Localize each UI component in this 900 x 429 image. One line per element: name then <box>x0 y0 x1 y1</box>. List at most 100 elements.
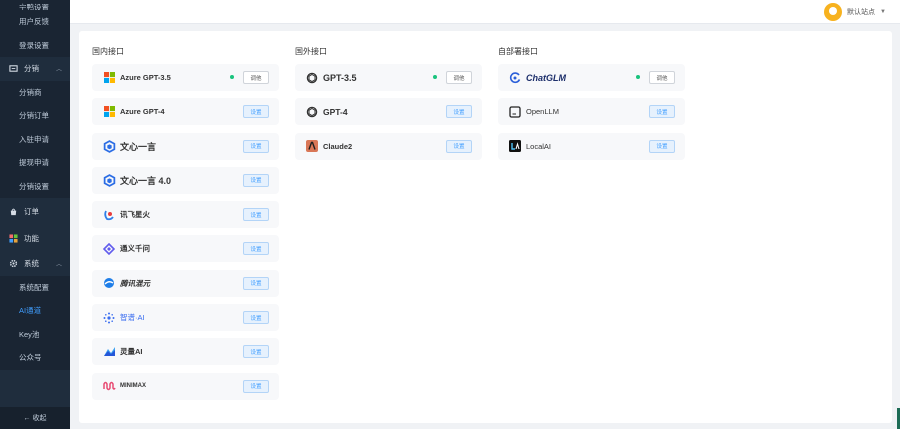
sidebar-item-join-requests[interactable]: 入驻申请 <box>0 127 70 151</box>
collapse-sidebar-button[interactable]: ← 收起 <box>0 407 70 429</box>
online-status-dot <box>433 75 437 79</box>
channel-row-lingliang: 灵量AI 设置 <box>92 338 279 366</box>
xunfei-logo-icon <box>102 208 116 222</box>
sidebar-item-login-settings[interactable]: 登录设置 <box>0 33 70 57</box>
channel-name: ChatGLM <box>526 72 566 83</box>
sidebar-item-distribution-settings[interactable]: 分销设置 <box>0 174 70 198</box>
channel-name: LocalAI <box>526 141 552 151</box>
channel-row-wenxin: 文心一言 设置 <box>92 132 279 160</box>
sidebar-group-features[interactable]: 功能 <box>0 225 70 252</box>
sidebar-group-system[interactable]: 系统 ︿ <box>0 252 70 276</box>
chevron-up-icon: ︿ <box>55 262 62 269</box>
openllm-logo-icon <box>508 105 522 119</box>
channel-name: 通义千问 <box>120 244 150 254</box>
sidebar-item-official-account[interactable]: 公众号 <box>0 346 70 370</box>
channel-row-chatglm: ChatGLM 调他 <box>498 64 685 91</box>
settings-button[interactable]: 设置 <box>243 105 269 119</box>
channel-row-localai: LocalAI 设置 <box>498 132 685 160</box>
debug-button[interactable]: 调他 <box>649 71 675 84</box>
settings-button[interactable]: 设置 <box>243 242 269 256</box>
channel-row-wenxin-4: 文心一言 4.0 设置 <box>92 166 279 194</box>
sidebar-group-orders[interactable]: 订单 <box>0 198 70 225</box>
settings-button[interactable]: 设置 <box>446 105 472 119</box>
settings-button[interactable]: 设置 <box>446 139 472 153</box>
channel-row-zhipu: 智谱·AI 设置 <box>92 304 279 332</box>
channel-name: GPT-4 <box>323 106 348 117</box>
username: 默认站点 <box>847 9 876 16</box>
channel-name: GPT-3.5 <box>323 72 357 83</box>
channel-name: MINIMAX <box>120 383 146 390</box>
gear-icon <box>9 259 18 268</box>
chevron-up-icon: ︿ <box>55 67 62 74</box>
avatar <box>824 3 843 21</box>
channel-row-gpt35: GPT-3.5 调他 <box>295 64 482 91</box>
channel-row-hunyuan: 腾讯混元 设置 <box>92 269 279 297</box>
openai-logo-icon <box>305 105 319 119</box>
channel-name: OpenLLM <box>526 107 559 117</box>
settings-button[interactable]: 设置 <box>649 139 675 153</box>
settings-button[interactable]: 设置 <box>243 345 269 359</box>
distribution-icon <box>9 64 18 73</box>
column-title: 自部署接口 <box>498 47 538 56</box>
settings-button[interactable]: 设置 <box>243 311 269 325</box>
column-title: 国外接口 <box>295 47 327 56</box>
channel-name: Azure GPT-3.5 <box>120 73 171 82</box>
user-menu[interactable]: 默认站点 ▼ <box>824 3 886 21</box>
channel-row-azure-gpt35: Azure GPT-3.5 调他 <box>92 64 279 91</box>
hunyuan-logo-icon <box>102 276 116 290</box>
apps-grid-icon <box>9 234 18 243</box>
sidebar-item-distribution-orders[interactable]: 分销订单 <box>0 104 70 128</box>
channel-name: 文心一言 <box>120 141 157 152</box>
caret-down-icon: ▼ <box>880 9 886 15</box>
debug-button[interactable]: 调他 <box>243 71 269 84</box>
minimax-logo-icon <box>102 379 116 393</box>
channel-name: 讯飞星火 <box>120 210 150 220</box>
microsoft-logo-icon <box>102 105 116 119</box>
online-status-dot <box>636 75 640 79</box>
settings-button[interactable]: 设置 <box>243 379 269 393</box>
channel-row-tongyi: 通义千问 设置 <box>92 235 279 263</box>
top-header: 默认站点 ▼ <box>70 0 900 24</box>
channel-name: 文心一言 4.0 <box>120 175 172 186</box>
bag-icon <box>9 207 18 216</box>
zhipu-logo-icon <box>102 311 116 325</box>
channel-row-gpt4: GPT-4 设置 <box>295 98 482 126</box>
lingliang-logo-icon <box>102 345 116 359</box>
localai-logo-icon <box>508 139 522 153</box>
selfhost-column: 自部署接口 ChatGLM 调他 OpenLLM 设置 LocalAI 设置 <box>498 46 685 167</box>
anthropic-logo-icon <box>305 139 319 153</box>
settings-button[interactable]: 设置 <box>243 139 269 153</box>
channel-row-xunfei: 讯飞星火 设置 <box>92 201 279 229</box>
sidebar-item-key-pool[interactable]: Key池 <box>0 322 70 346</box>
settings-button[interactable]: 设置 <box>243 276 269 290</box>
chatglm-logo-icon <box>508 71 522 85</box>
channel-name: 智谱·AI <box>120 313 145 323</box>
wenxin-logo-icon <box>102 173 116 187</box>
channel-name: Azure GPT-4 <box>120 107 165 117</box>
debug-button[interactable]: 调他 <box>446 71 472 84</box>
channel-name: 灵量AI <box>120 347 143 357</box>
sidebar-item-distributors[interactable]: 分销商 <box>0 80 70 104</box>
channel-row-claude2: Claude2 设置 <box>295 132 482 160</box>
ai-channel-card: 国内接口 Azure GPT-3.5 调他 Azure GPT-4 设置 文心一… <box>79 31 892 423</box>
sidebar-item-ai-channel[interactable]: AI通道 <box>0 299 70 323</box>
microsoft-logo-icon <box>102 71 116 85</box>
settings-button[interactable]: 设置 <box>243 208 269 222</box>
channel-name: 腾讯混元 <box>120 278 150 288</box>
content-bottom-strip <box>79 423 892 429</box>
sidebar-item-system-config[interactable]: 系统配置 <box>0 275 70 299</box>
foreign-column: 国外接口 GPT-3.5 调他 GPT-4 设置 Claude2 设置 <box>295 46 482 167</box>
settings-button[interactable]: 设置 <box>649 105 675 119</box>
sidebar-item-withdraw-requests[interactable]: 提现申请 <box>0 151 70 175</box>
sidebar-item-feedback[interactable]: 用户反馈 <box>0 10 70 34</box>
channel-name: Claude2 <box>323 141 353 151</box>
sidebar-group-distribution[interactable]: 分销 ︿ <box>0 57 70 81</box>
channel-row-azure-gpt4: Azure GPT-4 设置 <box>92 98 279 126</box>
online-status-dot <box>230 75 234 79</box>
openai-logo-icon <box>305 71 319 85</box>
channel-row-openllm: OpenLLM 设置 <box>498 98 685 126</box>
tongyi-logo-icon <box>102 242 116 256</box>
settings-button[interactable]: 设置 <box>243 173 269 187</box>
sidebar-item-partial[interactable]: 宁鸭设置 <box>0 0 70 10</box>
wenxin-logo-icon <box>102 139 116 153</box>
